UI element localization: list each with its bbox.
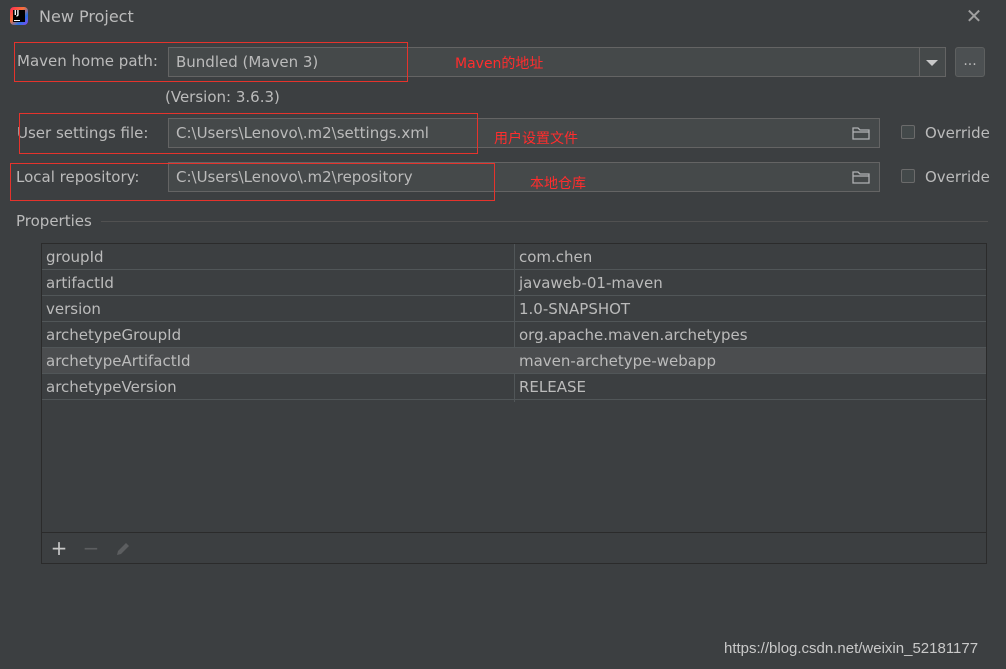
local-repo-highlight: [10, 163, 495, 201]
property-value[interactable]: org.apache.maven.archetypes: [519, 322, 748, 348]
folder-icon[interactable]: [852, 126, 870, 140]
property-value[interactable]: com.chen: [519, 244, 592, 270]
title-bar: IJ New Project ✕: [0, 0, 1006, 34]
browse-button[interactable]: ...: [955, 47, 985, 77]
table-row[interactable]: archetypeVersion RELEASE: [42, 374, 986, 400]
window-title: New Project: [39, 7, 134, 26]
properties-separator: [101, 221, 988, 222]
maven-home-highlight: [14, 42, 408, 82]
property-value[interactable]: 1.0-SNAPSHOT: [519, 296, 630, 322]
property-key: version: [46, 300, 101, 318]
property-key: archetypeGroupId: [46, 326, 182, 344]
remove-icon[interactable]: −: [80, 537, 102, 559]
local-repo-annotation: 本地仓库: [530, 176, 586, 192]
property-value[interactable]: RELEASE: [519, 374, 586, 400]
property-key: groupId: [46, 248, 104, 266]
override-settings-label: Override: [925, 124, 990, 142]
chevron-down-icon[interactable]: [919, 47, 946, 77]
override-repo-label: Override: [925, 168, 990, 186]
maven-home-annotation: Maven的地址: [455, 56, 544, 72]
property-value[interactable]: javaweb-01-maven: [519, 270, 663, 296]
properties-toolbar: + −: [42, 532, 986, 563]
properties-title: Properties: [16, 212, 92, 230]
maven-version-text: (Version: 3.6.3): [165, 88, 280, 106]
watermark-url: https://blog.csdn.net/weixin_52181177: [724, 640, 979, 657]
property-value[interactable]: maven-archetype-webapp: [519, 348, 716, 374]
intellij-idea-icon: IJ: [10, 7, 28, 25]
table-row[interactable]: version 1.0-SNAPSHOT: [42, 296, 986, 322]
property-key: archetypeArtifactId: [46, 352, 191, 370]
folder-icon[interactable]: [852, 170, 870, 184]
add-icon[interactable]: +: [48, 537, 70, 559]
table-row[interactable]: groupId com.chen: [42, 244, 986, 270]
table-row-selected[interactable]: archetypeArtifactId maven-archetype-weba…: [42, 348, 986, 374]
user-settings-highlight: [19, 113, 478, 154]
close-icon[interactable]: ✕: [962, 4, 986, 28]
override-settings-checkbox[interactable]: [901, 125, 915, 139]
override-repo-checkbox[interactable]: [901, 169, 915, 183]
table-row[interactable]: archetypeGroupId org.apache.maven.archet…: [42, 322, 986, 348]
user-settings-annotation: 用户设置文件: [494, 131, 578, 147]
properties-table: groupId com.chen artifactId javaweb-01-m…: [41, 243, 987, 564]
property-key: artifactId: [46, 274, 114, 292]
property-key: archetypeVersion: [46, 378, 177, 396]
table-row[interactable]: artifactId javaweb-01-maven: [42, 270, 986, 296]
edit-icon[interactable]: [114, 540, 132, 558]
